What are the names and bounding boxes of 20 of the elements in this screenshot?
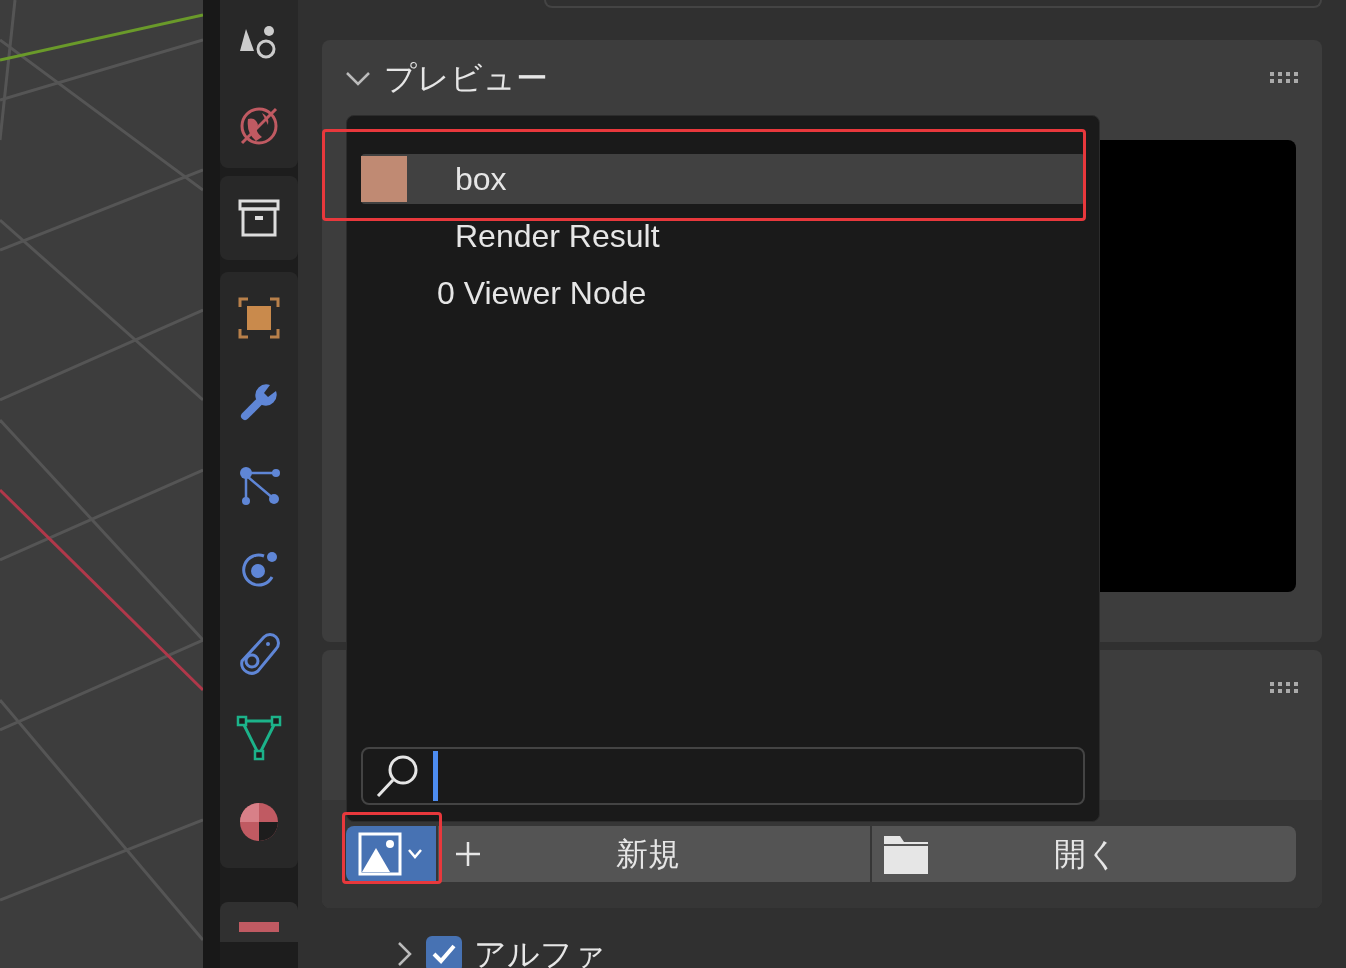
- folder-icon: [884, 834, 928, 874]
- menu-item[interactable]: 0 Viewer Node: [361, 268, 1085, 318]
- mesh-data-icon[interactable]: [236, 715, 282, 761]
- caret-icon: [406, 847, 424, 861]
- grip-icon[interactable]: [1270, 682, 1300, 694]
- menu-item[interactable]: box: [361, 154, 1085, 204]
- object-icon[interactable]: [236, 295, 282, 341]
- checkbox[interactable]: [426, 936, 462, 968]
- checkmark-icon: [431, 943, 457, 965]
- image-thumbnail: [361, 156, 407, 202]
- plus-icon: [454, 840, 482, 868]
- alpha-label[interactable]: アルファ: [474, 930, 606, 968]
- image-browse-button[interactable]: [346, 826, 436, 882]
- panel-title[interactable]: プレビュー: [384, 54, 548, 102]
- grip-icon[interactable]: [1270, 72, 1300, 84]
- image-icon: [358, 832, 402, 876]
- open-image-button[interactable]: 開く: [872, 826, 1296, 882]
- new-image-button[interactable]: 新規: [438, 826, 870, 882]
- search-field[interactable]: [361, 747, 1085, 805]
- menu-item[interactable]: Render Result: [361, 211, 1085, 261]
